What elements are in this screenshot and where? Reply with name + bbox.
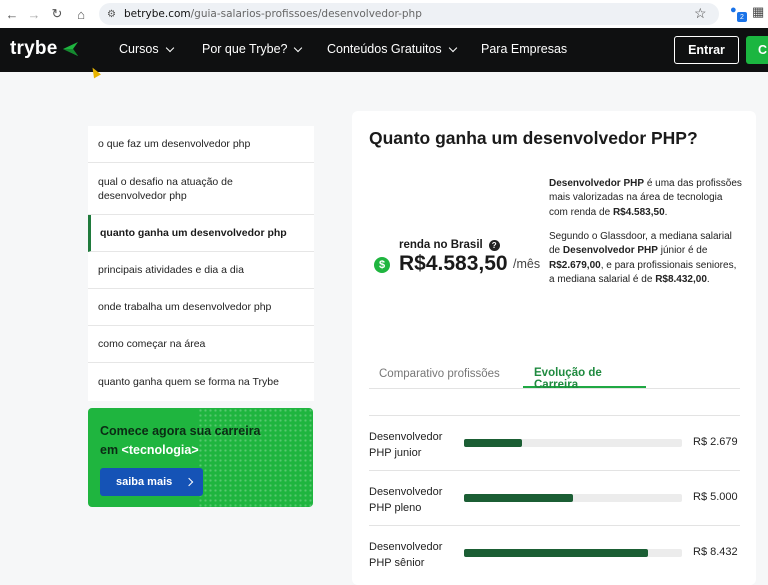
sidenav-item[interactable]: onde trabalha um desenvolvedor php (88, 289, 314, 326)
menu-cursos[interactable]: Cursos (119, 42, 174, 56)
menu-por-que-trybe[interactable]: Por que Trybe? (202, 42, 303, 56)
career-row: Desenvolvedor PHP sênior R$ 8.432 (369, 525, 740, 585)
page-title: Quanto ganha um desenvolvedor PHP? (369, 128, 698, 148)
home-icon[interactable]: ⌂ (69, 2, 93, 26)
income-unit: /mês (513, 257, 541, 271)
tab-comparativo-profissoes[interactable]: Comparativo profissões (379, 368, 500, 380)
chevron-down-icon (448, 43, 457, 52)
career-row: Desenvolvedor PHP pleno R$ 5.000 (369, 470, 740, 525)
career-salary-value: R$ 8.432 (693, 546, 738, 558)
bookmark-star-icon[interactable]: ☆ (694, 5, 707, 22)
career-row: Desenvolvedor PHP junior R$ 2.679 (369, 415, 740, 470)
career-level-label: Desenvolvedor PHP sênior (369, 541, 443, 569)
career-salary-value: R$ 5.000 (693, 491, 738, 503)
cta-title: Comece agora sua carreira em <tecnologia… (100, 424, 261, 457)
career-salary-value: R$ 2.679 (693, 436, 738, 448)
browser-toolbar: ← → ↻ ⌂ ⚙ betrybe.com/guia-salarios-prof… (0, 0, 768, 28)
career-bar-fill (464, 439, 523, 447)
description-paragraph-2: Segundo o Glassdoor, a mediana salarial … (549, 231, 737, 285)
description-paragraph-1: Desenvolvedor PHP é uma das profissões m… (549, 178, 742, 218)
menu-conteudos-gratuitos[interactable]: Conteúdos Gratuitos (327, 42, 457, 56)
income-label: renda no Brasil ? (399, 239, 500, 251)
career-bar-track (464, 439, 682, 447)
forward-icon[interactable]: → (22, 2, 46, 26)
article-sidenav: o que faz um desenvolvedor php qual o de… (88, 126, 314, 401)
menu-para-empresas[interactable]: Para Empresas (481, 42, 567, 56)
chevron-down-icon (294, 43, 303, 52)
dollar-icon: $ (374, 257, 390, 273)
sidenav-item[interactable]: qual o desafio na atuação de desenvolved… (88, 163, 314, 215)
help-icon[interactable]: ? (488, 239, 500, 251)
career-bar-track (464, 494, 682, 502)
logo-mark-icon (63, 42, 79, 56)
sidenav-item-active[interactable]: quanto ganha um desenvolvedor php (88, 215, 314, 252)
sidenav-item[interactable]: quanto ganha quem se forma na Trybe (88, 363, 314, 401)
chevron-right-icon (185, 477, 194, 487)
reload-icon[interactable]: ↻ (45, 2, 69, 26)
extension-badge: 2 (737, 12, 747, 22)
career-level-label: Desenvolvedor PHP junior (369, 431, 443, 459)
sidenav-item[interactable]: como começar na área (88, 326, 314, 363)
site-settings-icon[interactable]: ⚙ (107, 9, 116, 20)
signup-button[interactable]: C (746, 36, 768, 64)
address-bar[interactable]: ⚙ betrybe.com/guia-salarios-profissoes/d… (99, 3, 719, 25)
career-bar-fill (464, 549, 648, 557)
chevron-down-icon (165, 43, 174, 52)
saiba-mais-button[interactable]: saiba mais (100, 468, 203, 496)
sidenav-item[interactable]: principais atividades e dia a dia (88, 252, 314, 289)
career-cta-box: Comece agora sua carreira em <tecnologia… (88, 408, 313, 507)
login-button[interactable]: Entrar (674, 36, 739, 64)
career-bar-track (464, 549, 682, 557)
sidenav-item[interactable]: o que faz um desenvolvedor php (88, 126, 314, 163)
tab-evolucao-carreira[interactable]: Evolução de Carreira (523, 367, 646, 391)
career-level-label: Desenvolvedor PHP pleno (369, 486, 443, 514)
extensions-puzzle-icon[interactable]: ▦ (752, 4, 764, 20)
career-bar-fill (464, 494, 573, 502)
back-icon[interactable]: ← (0, 2, 24, 26)
salary-card: Quanto ganha um desenvolvedor PHP? renda… (352, 111, 756, 585)
comparison-tabs: Comparativo profissões Evolução de Carre… (369, 364, 740, 391)
url-text: betrybe.com/guia-salarios-profissoes/des… (123, 8, 422, 20)
trybe-logo[interactable]: trybe (10, 38, 79, 60)
site-header: trybe Cursos Por que Trybe? Conteúdos Gr… (0, 28, 768, 72)
income-value: R$4.583,50 (399, 252, 508, 275)
